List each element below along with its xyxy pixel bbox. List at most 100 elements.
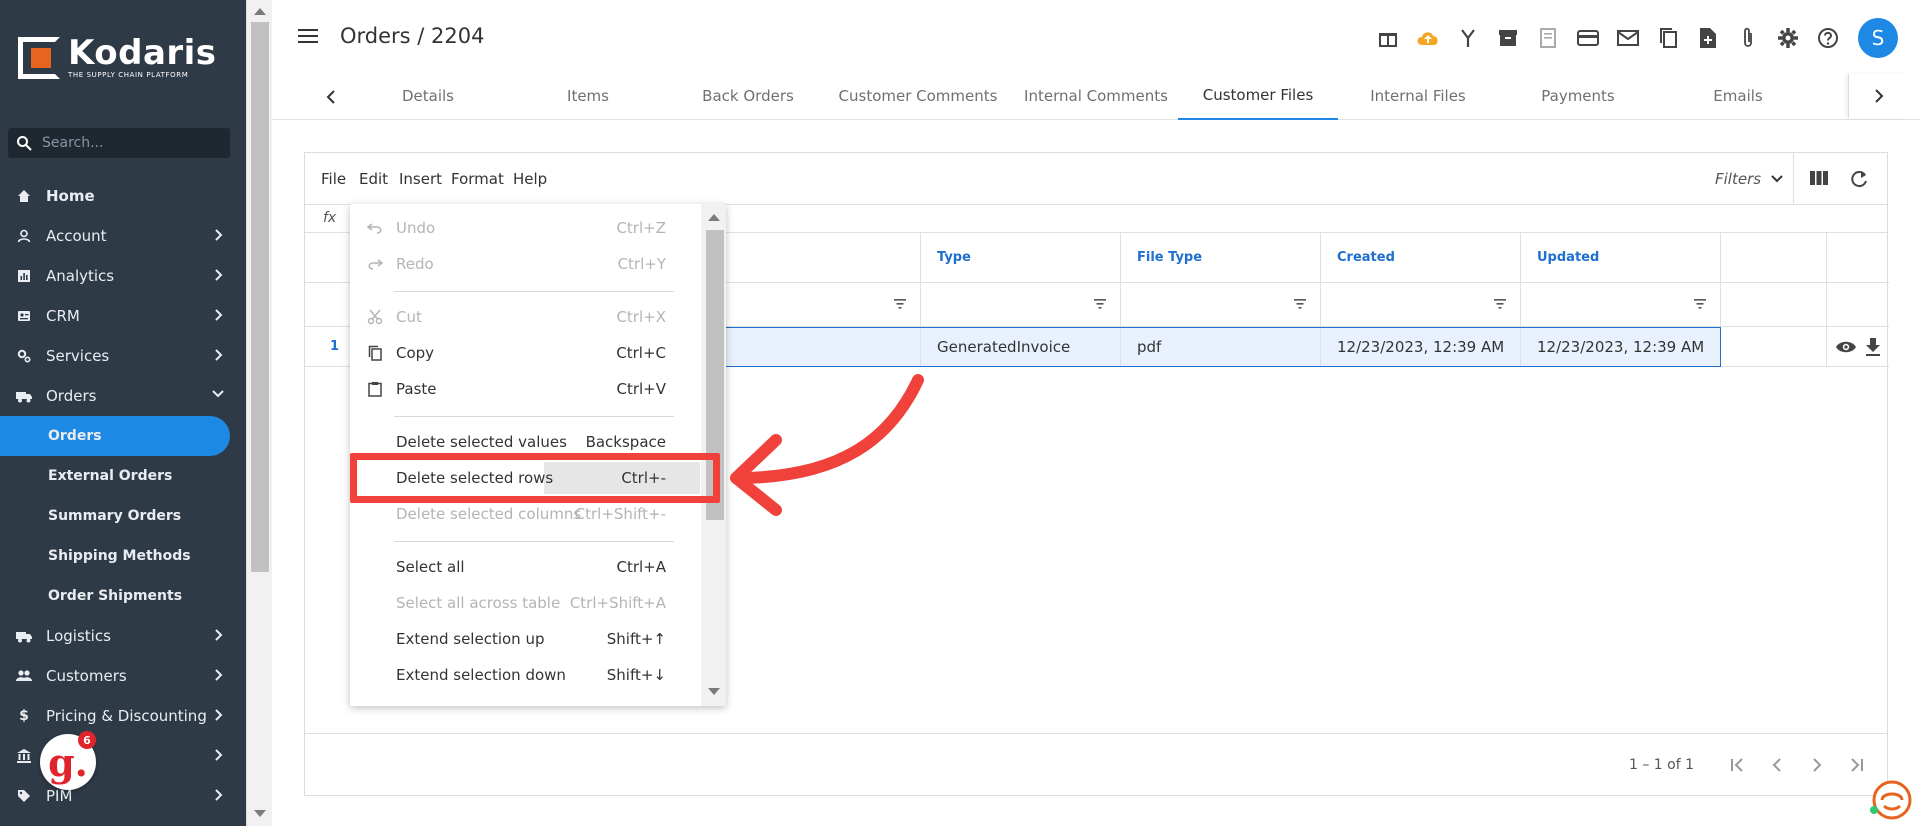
menu-item-redo[interactable]: Redo Ctrl+Y — [350, 246, 692, 282]
tab-internal-files[interactable]: Internal Files — [1338, 72, 1498, 120]
menu-format[interactable]: Format — [451, 170, 504, 188]
filter-cell[interactable] — [1121, 283, 1321, 327]
sidebar-item-analytics[interactable]: Analytics — [0, 256, 246, 296]
menu-item-select-all[interactable]: Select all Ctrl+A — [350, 549, 692, 585]
tab-details[interactable]: Details — [348, 72, 508, 120]
sidebar-scrollbar[interactable] — [246, 0, 272, 826]
table-cell-created[interactable]: 12/23/2023, 12:39 AM — [1321, 327, 1521, 367]
scrollbar-thumb[interactable] — [251, 22, 269, 572]
tab-customer-files[interactable]: Customer Files — [1178, 72, 1338, 120]
tab-internal-comments[interactable]: Internal Comments — [1008, 72, 1184, 120]
copy-icon[interactable] — [1648, 20, 1688, 56]
menu-help[interactable]: Help — [513, 170, 547, 188]
sidebar-subitem-label: Orders — [48, 428, 102, 444]
table-cell-empty — [1721, 327, 1827, 367]
menu-item-label: Delete selected values — [396, 433, 567, 451]
filter-icon[interactable] — [1094, 299, 1106, 309]
tab-payments[interactable]: Payments — [1498, 72, 1658, 120]
column-header-type[interactable]: Type — [921, 233, 1121, 283]
menu-item-extend-down[interactable]: Extend selection down Shift+↓ — [350, 657, 692, 693]
scroll-up-arrow-icon[interactable] — [708, 214, 720, 221]
sidebar-nav: Home Account Analytics CRM Services Orde… — [0, 176, 246, 816]
chat-support-icon[interactable] — [1868, 778, 1912, 822]
search-input[interactable] — [42, 135, 222, 151]
table-cell-updated[interactable]: 12/23/2023, 12:39 AM — [1521, 327, 1721, 367]
column-header-file-type[interactable]: File Type — [1121, 233, 1321, 283]
tab-scroll-left-icon[interactable] — [316, 82, 346, 112]
menu-item-undo[interactable]: Undo Ctrl+Z — [350, 210, 692, 246]
sidebar-item-bank[interactable] — [0, 736, 246, 776]
add-file-icon[interactable] — [1688, 20, 1728, 56]
menu-file[interactable]: File — [321, 170, 346, 188]
menu-item-cut[interactable]: Cut Ctrl+X — [350, 299, 692, 335]
merge-icon[interactable] — [1448, 20, 1488, 56]
menu-item-paste[interactable]: Paste Ctrl+V — [350, 371, 692, 407]
download-icon[interactable] — [1865, 337, 1881, 357]
filter-icon[interactable] — [1494, 299, 1506, 309]
filter-cell[interactable] — [921, 283, 1121, 327]
filter-icon[interactable] — [894, 299, 906, 309]
sidebar-subitem-order-shipments[interactable]: Order Shipments — [0, 576, 246, 616]
hamburger-menu-icon[interactable] — [298, 28, 318, 44]
menu-item-extend-up[interactable]: Extend selection up Shift+↑ — [350, 621, 692, 657]
column-header-created[interactable]: Created — [1321, 233, 1521, 283]
sidebar-subitem-summary-orders[interactable]: Summary Orders — [0, 496, 246, 536]
sidebar-subitem-external-orders[interactable]: External Orders — [0, 456, 246, 496]
cloud-upload-icon[interactable] — [1408, 20, 1448, 56]
menu-edit[interactable]: Edit — [359, 170, 388, 188]
sidebar-subitem-orders[interactable]: Orders — [0, 416, 230, 456]
sidebar-item-crm[interactable]: CRM — [0, 296, 246, 336]
filters-dropdown[interactable]: Filters — [1715, 170, 1783, 188]
menu-item-copy[interactable]: Copy Ctrl+C — [350, 335, 692, 371]
sidebar-item-home[interactable]: Home — [0, 176, 246, 216]
user-avatar[interactable]: S — [1858, 18, 1898, 58]
menu-item-label: Cut — [396, 308, 422, 326]
menu-item-select-all-table[interactable]: Select all across table Ctrl+Shift+A — [350, 585, 692, 621]
first-page-icon[interactable] — [1729, 757, 1745, 773]
next-page-icon[interactable] — [1811, 757, 1823, 773]
sidebar-item-pricing[interactable]: $ Pricing & Discounting — [0, 696, 246, 736]
mail-icon[interactable] — [1608, 20, 1648, 56]
menu-insert[interactable]: Insert — [399, 170, 442, 188]
column-header-updated[interactable]: Updated — [1521, 233, 1721, 283]
sidebar-item-services[interactable]: Services — [0, 336, 246, 376]
filter-cell[interactable] — [1521, 283, 1721, 327]
sidebar-subitem-shipping-methods[interactable]: Shipping Methods — [0, 536, 246, 576]
receipt-icon[interactable] — [1528, 20, 1568, 56]
tab-scroll-right-icon[interactable] — [1848, 74, 1908, 118]
sidebar-item-logistics[interactable]: Logistics — [0, 616, 246, 656]
chevron-right-icon — [215, 629, 223, 641]
gear-icon[interactable] — [1768, 20, 1808, 56]
sidebar-item-pim[interactable]: PIM — [0, 776, 246, 816]
help-icon[interactable] — [1808, 20, 1848, 56]
attachment-icon[interactable] — [1728, 20, 1768, 56]
last-page-icon[interactable] — [1849, 757, 1865, 773]
table-cell-type[interactable]: GeneratedInvoice — [921, 327, 1121, 367]
table-cell-file-type[interactable]: pdf — [1121, 327, 1321, 367]
menu-item-shortcut: Ctrl+Shift+- — [574, 505, 666, 523]
filter-icon[interactable] — [1294, 299, 1306, 309]
tab-emails[interactable]: Emails — [1658, 72, 1818, 120]
gift-icon[interactable] — [1368, 20, 1408, 56]
brand-name: Kodaris — [68, 33, 217, 73]
tab-customer-comments[interactable]: Customer Comments — [828, 72, 1008, 120]
scroll-down-arrow-icon[interactable] — [254, 810, 266, 817]
refresh-icon[interactable] — [1849, 169, 1869, 189]
sidebar-item-customers[interactable]: Customers — [0, 656, 246, 696]
tab-back-orders[interactable]: Back Orders — [668, 72, 828, 120]
menu-item-shortcut: Shift+↓ — [606, 666, 666, 684]
previous-page-icon[interactable] — [1771, 757, 1783, 773]
columns-icon[interactable] — [1809, 169, 1829, 187]
eye-icon[interactable] — [1835, 340, 1857, 354]
kodaris-logo[interactable]: Kodaris THE SUPPLY CHAIN PLATFORM — [18, 36, 217, 79]
fx-label: fx — [323, 210, 337, 226]
filter-icon[interactable] — [1694, 299, 1706, 309]
sidebar-item-account[interactable]: Account — [0, 216, 246, 256]
filter-cell[interactable] — [1321, 283, 1521, 327]
tab-items[interactable]: Items — [508, 72, 668, 120]
scroll-up-arrow-icon[interactable] — [254, 8, 266, 15]
credit-card-icon[interactable] — [1568, 20, 1608, 56]
scroll-down-arrow-icon[interactable] — [708, 688, 720, 695]
sidebar-item-orders[interactable]: Orders — [0, 376, 246, 416]
archive-icon[interactable] — [1488, 20, 1528, 56]
